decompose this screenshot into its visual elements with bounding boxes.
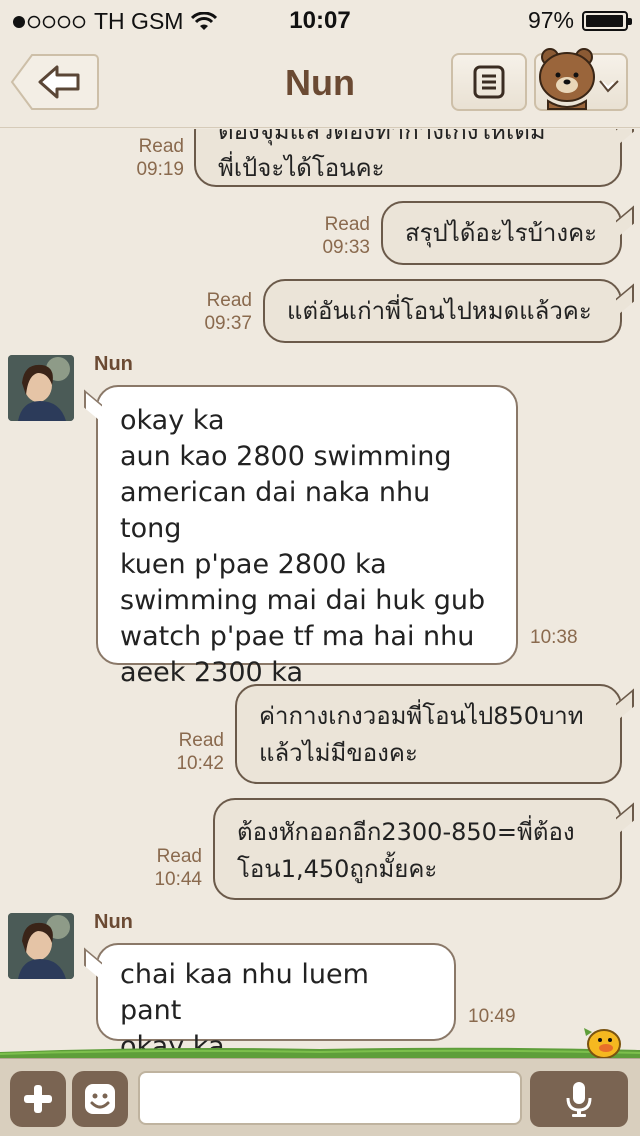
sticker-button[interactable] <box>72 1071 128 1127</box>
profile-photo <box>8 355 74 421</box>
microphone-icon <box>566 1082 592 1117</box>
input-bar <box>0 1058 640 1136</box>
battery-percent: 97% <box>527 7 574 33</box>
message-line: american dai naka nhu tong <box>120 477 431 544</box>
read-receipt: Read <box>206 290 252 311</box>
message-line: aun kao 2800 swimming <box>120 441 452 472</box>
message-time: 09:19 <box>136 159 184 180</box>
message-bubble-incoming[interactable]: okay ka aun kao 2800 swimming american d… <box>96 385 518 688</box>
message-meta: Read 09:37 <box>188 289 252 335</box>
battery-icon <box>582 10 632 31</box>
message-meta: Read 10:44 <box>138 845 202 891</box>
battery-fill <box>586 14 623 27</box>
avatar[interactable] <box>8 355 74 421</box>
smiley-icon <box>85 1084 115 1114</box>
message-line: kuen p'pae 2800 ka <box>120 549 387 580</box>
message-time: 10:42 <box>176 753 224 774</box>
read-receipt: Read <box>138 136 184 157</box>
profile-photo <box>8 913 74 979</box>
list-icon <box>473 65 505 99</box>
message-bubble-incoming[interactable]: chai kaa nhu luem pant okay ka <box>96 943 456 1049</box>
message-line: watch p'pae tf ma hai nhu <box>120 621 475 652</box>
message-time: 09:33 <box>322 237 370 258</box>
message-line: okay ka <box>120 405 225 436</box>
nav-bar: Nun <box>0 40 640 128</box>
status-bar: TH GSM 10:07 97% <box>0 0 640 40</box>
message-line: swimming mai dai huk gub <box>120 585 486 616</box>
message-line: แต่อันเก่าพี่โอนไปหมดแล้วคะ <box>287 297 592 325</box>
message-time: 09:37 <box>204 313 252 334</box>
message-input[interactable] <box>138 1071 522 1125</box>
message-line: แล้วไม่มีของคะ <box>259 739 418 767</box>
add-button[interactable] <box>10 1071 66 1127</box>
bear-character-icon <box>539 48 619 110</box>
message-bubble-outgoing[interactable]: ค่ากางเกงวอมพี่โอนไป850บาท แล้วไม่มีของค… <box>235 684 622 784</box>
menu-button[interactable] <box>451 53 527 111</box>
read-receipt: Read <box>156 846 202 867</box>
message-line: ต้องหักออกอีก2300-850=พี่ต้อง <box>237 818 575 846</box>
message-line: โอน1,450ถูกมั้ยคะ <box>237 855 438 883</box>
message-line: chai kaa nhu luem pant <box>120 959 369 1026</box>
status-bar-right: 97% <box>527 7 632 34</box>
plus-icon <box>24 1085 52 1113</box>
message-time: 10:44 <box>154 869 202 890</box>
theme-dropdown-button[interactable] <box>534 48 628 111</box>
message-meta: Read 10:42 <box>160 729 224 775</box>
message-time: 10:38 <box>530 627 578 648</box>
message-bubble-outgoing[interactable]: ต้องจุ่มแล้วต้องทำกางเกงให้เต็ม พี่เป้จะ… <box>194 129 622 187</box>
sender-name: Nun <box>94 353 133 375</box>
message-line: สรุปได้อะไรบ้างคะ <box>405 219 598 247</box>
grass-decoration <box>0 1047 640 1060</box>
message-line: พี่เป้จะได้โอนคะ <box>218 154 385 182</box>
read-receipt: Read <box>324 214 370 235</box>
voice-message-button[interactable] <box>530 1071 628 1127</box>
message-line: ค่ากางเกงวอมพี่โอนไป850บาท <box>259 702 584 730</box>
avatar[interactable] <box>8 913 74 979</box>
chick-character-icon <box>584 1028 621 1058</box>
message-line: ต้องจุ่มแล้วต้องทำกางเกงให้เต็ม <box>218 129 546 145</box>
message-bubble-outgoing[interactable]: สรุปได้อะไรบ้างคะ <box>381 201 622 265</box>
read-receipt: Read <box>178 730 224 751</box>
sender-name: Nun <box>94 911 133 933</box>
message-time: 10:49 <box>468 1006 516 1027</box>
message-bubble-outgoing[interactable]: แต่อันเก่าพี่โอนไปหมดแล้วคะ <box>263 279 622 343</box>
message-meta: Read 09:19 <box>120 135 184 181</box>
chat-area[interactable]: Read 09:19 ต้องจุ่มแล้วต้องทำกางเกงให้เต… <box>0 129 640 1049</box>
message-meta: Read 09:33 <box>306 213 370 259</box>
message-bubble-outgoing[interactable]: ต้องหักออกอีก2300-850=พี่ต้อง โอน1,450ถู… <box>213 798 622 900</box>
